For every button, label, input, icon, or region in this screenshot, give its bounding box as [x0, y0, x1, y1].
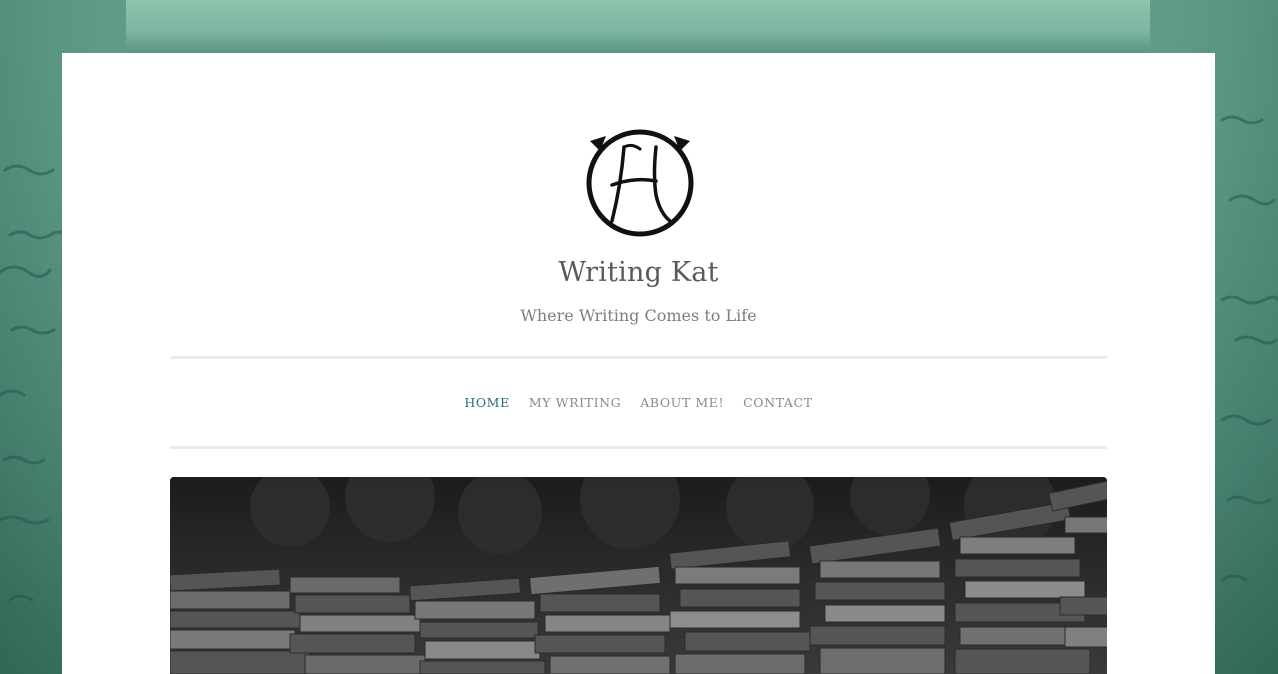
nav-bottom-divider [170, 446, 1107, 449]
site-title[interactable]: Writing Kat [62, 257, 1215, 288]
nav-item-contact[interactable]: CONTACT [743, 395, 813, 410]
content-card: Writing Kat Where Writing Comes to Life … [62, 53, 1215, 674]
nav-item-my-writing[interactable]: MY WRITING [529, 395, 621, 410]
nav-top-divider [170, 356, 1107, 359]
nav-item-about-me[interactable]: ABOUT ME! [640, 395, 724, 410]
nav-item-home[interactable]: HOME [464, 395, 509, 410]
stacked-books-image[interactable] [170, 477, 1107, 674]
main-navigation: HOME MY WRITING ABOUT ME! CONTACT [62, 395, 1215, 410]
cat-k-logo-icon[interactable] [584, 125, 696, 239]
site-tagline: Where Writing Comes to Life [520, 306, 757, 325]
